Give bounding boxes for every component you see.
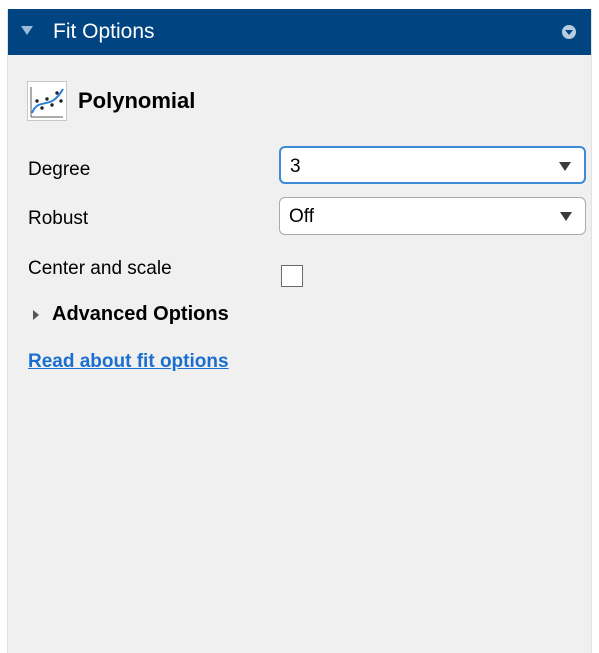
expand-triangle-icon [33, 309, 39, 320]
panel-menu-icon[interactable] [562, 25, 576, 39]
panel-header[interactable]: Fit Options [8, 9, 591, 55]
chevron-down-icon [560, 212, 572, 221]
fit-type: Polynomial [27, 81, 195, 121]
robust-label: Robust [28, 208, 89, 229]
read-about-fit-options-link[interactable]: Read about fit options [28, 351, 229, 373]
fit-type-label: Polynomial [78, 88, 196, 113]
advanced-options-label: Advanced Options [52, 303, 229, 325]
collapse-icon[interactable] [21, 26, 33, 35]
robust-value: Off [289, 206, 314, 227]
chevron-down-icon [559, 162, 571, 171]
advanced-options-toggle[interactable]: Advanced Options [33, 303, 229, 326]
degree-dropdown[interactable]: 3 [279, 146, 586, 184]
robust-dropdown[interactable]: Off [279, 197, 586, 235]
panel-title: Fit Options [53, 20, 155, 43]
fit-options-panel: Fit Options Polynomial Degree 3 Robust O… [7, 9, 592, 653]
center-scale-checkbox[interactable] [281, 265, 303, 287]
polynomial-fit-icon [27, 81, 67, 121]
center-scale-label: Center and scale [28, 258, 172, 279]
degree-value: 3 [290, 156, 301, 177]
degree-label: Degree [28, 159, 91, 180]
